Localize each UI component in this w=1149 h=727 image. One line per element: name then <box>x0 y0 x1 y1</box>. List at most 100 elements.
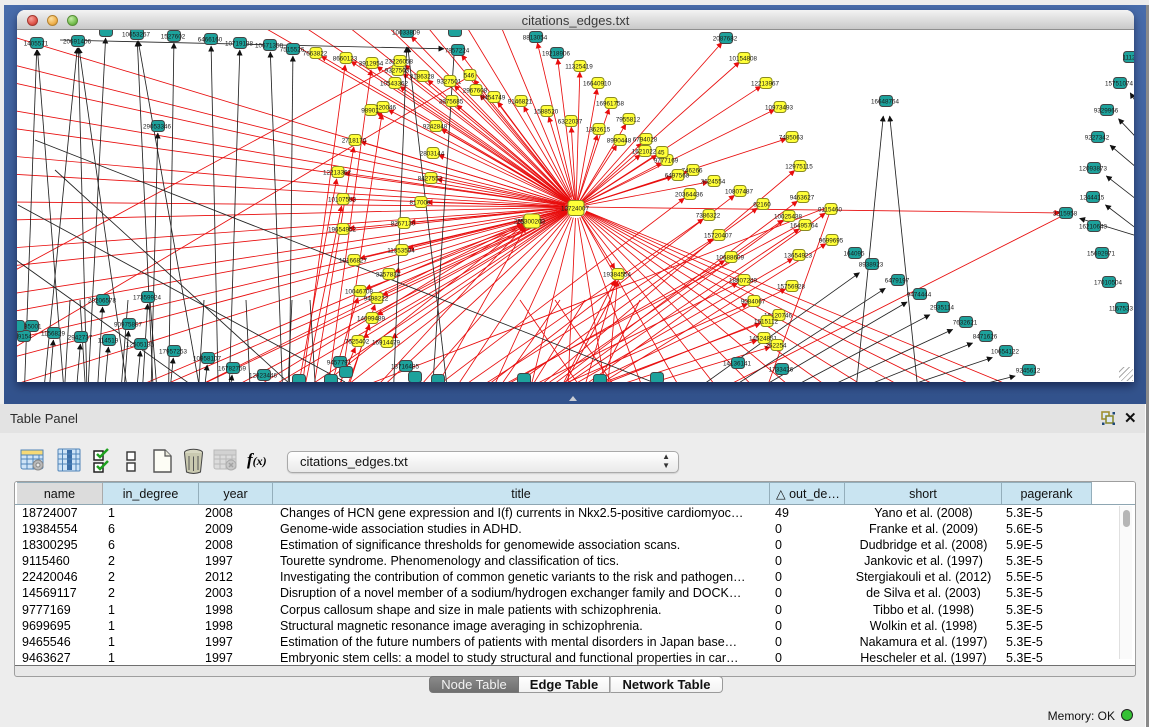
svg-text:16782759: 16782759 <box>218 366 247 373</box>
svg-text:16914479: 16914479 <box>372 340 401 347</box>
svg-text:3215958: 3215958 <box>1053 211 1078 218</box>
svg-text:8454749: 8454749 <box>481 95 506 102</box>
svg-text:1112: 1112 <box>1122 55 1134 62</box>
svg-text:6794028: 6794028 <box>633 137 658 144</box>
svg-text:18724007: 18724007 <box>561 206 590 213</box>
svg-text:3912954: 3912954 <box>359 61 384 68</box>
svg-text:16210643: 16210643 <box>1079 224 1108 231</box>
svg-text:7386322: 7386322 <box>696 213 721 220</box>
svg-text:1615112: 1615112 <box>754 319 779 326</box>
svg-text:45: 45 <box>657 150 665 157</box>
svg-text:9474444: 9474444 <box>907 292 932 299</box>
svg-text:12505135: 12505135 <box>126 342 155 349</box>
svg-text:9777169: 9777169 <box>654 158 679 165</box>
svg-text:39154: 39154 <box>17 334 32 341</box>
svg-text:1362615: 1362615 <box>586 127 611 134</box>
svg-text:10688609: 10688609 <box>716 255 745 262</box>
svg-text:10154808: 10154808 <box>729 56 758 63</box>
svg-text:9115460: 9115460 <box>818 207 843 214</box>
svg-text:15756928: 15756928 <box>777 284 806 291</box>
svg-text:14136141: 14136141 <box>723 361 752 368</box>
svg-text:10046708: 10046708 <box>345 289 374 296</box>
svg-text:7515526: 7515526 <box>280 47 305 54</box>
svg-text:114519: 114519 <box>98 338 119 345</box>
svg-text:9327503: 9327503 <box>385 68 410 75</box>
svg-text:17359924: 17359924 <box>133 295 162 302</box>
svg-text:6466160: 6466160 <box>198 37 223 44</box>
svg-text:10653267: 10653267 <box>122 32 151 39</box>
svg-text:2967608: 2967608 <box>463 88 488 95</box>
svg-text:7857224: 7857224 <box>445 48 470 55</box>
svg-text:11325419: 11325419 <box>565 64 593 71</box>
svg-text:13716485: 13716485 <box>391 364 420 371</box>
svg-text:10107553: 10107553 <box>328 197 357 204</box>
svg-text:546: 546 <box>464 73 475 80</box>
svg-text:8990448: 8990448 <box>607 138 632 145</box>
svg-text:2803144: 2803144 <box>420 151 445 158</box>
svg-text:17010504: 17010504 <box>1094 280 1123 287</box>
svg-text:9498222: 9498222 <box>364 296 389 303</box>
svg-text:9329966: 9329966 <box>1094 108 1119 115</box>
svg-text:18807249: 18807249 <box>729 278 758 285</box>
svg-text:7485063: 7485063 <box>779 135 804 142</box>
svg-text:1244415: 1244415 <box>1080 195 1105 202</box>
svg-text:8938923: 8938923 <box>859 262 884 269</box>
svg-text:16648764: 16648764 <box>871 99 900 106</box>
svg-text:9699695: 9699695 <box>819 238 844 245</box>
svg-text:9327501: 9327501 <box>437 79 462 86</box>
svg-text:2942737: 2942737 <box>68 335 93 342</box>
svg-text:9084067: 9084067 <box>741 299 766 306</box>
svg-text:7663822: 7663822 <box>303 51 328 58</box>
svg-text:252254: 252254 <box>765 343 787 350</box>
svg-text:16495764: 16495764 <box>790 223 819 230</box>
svg-text:1405571: 1405571 <box>24 41 49 48</box>
svg-text:1588520: 1588520 <box>534 109 559 116</box>
svg-text:7625402: 7625402 <box>345 339 370 346</box>
svg-text:3624554: 3624554 <box>701 179 726 186</box>
svg-text:62160: 62160 <box>753 202 771 209</box>
svg-text:14099489: 14099489 <box>357 316 386 323</box>
svg-text:2087682: 2087682 <box>713 36 738 43</box>
svg-text:10033809: 10033809 <box>392 30 421 37</box>
svg-text:9242848: 9242848 <box>423 124 448 131</box>
svg-text:12213362: 12213362 <box>323 170 352 177</box>
svg-text:6497568: 6497568 <box>665 173 690 180</box>
svg-text:1621022: 1621022 <box>632 149 657 156</box>
svg-text:8471626: 8471626 <box>973 334 998 341</box>
svg-text:8267130: 8267130 <box>391 221 416 228</box>
svg-text:29053346: 29053346 <box>143 124 172 131</box>
svg-text:15692971: 15692971 <box>1087 251 1116 258</box>
svg-text:16640910: 16640910 <box>583 81 612 88</box>
svg-text:10719138: 10719138 <box>225 41 254 48</box>
svg-text:1156829: 1156829 <box>41 331 66 338</box>
svg-text:15751074: 15751074 <box>1105 81 1134 88</box>
svg-text:98901: 98901 <box>361 108 379 115</box>
svg-text:7955812: 7955812 <box>616 117 641 124</box>
svg-text:10958107: 10958107 <box>193 356 222 363</box>
svg-text:2935114: 2935114 <box>930 305 955 312</box>
svg-text:90975867: 90975867 <box>114 322 143 329</box>
svg-text:19384554: 19384554 <box>603 272 632 279</box>
svg-text:7632621: 7632621 <box>953 320 978 327</box>
svg-text:1527602: 1527602 <box>161 34 186 41</box>
svg-text:9463627: 9463627 <box>790 195 815 202</box>
svg-text:2718170: 2718170 <box>342 138 367 145</box>
svg-text:10973493: 10973493 <box>765 105 794 112</box>
svg-text:10807487: 10807487 <box>725 189 754 196</box>
svg-text:6479197: 6479197 <box>885 278 910 285</box>
svg-text:9457791: 9457791 <box>327 360 352 367</box>
svg-text:8427552: 8427552 <box>418 176 443 183</box>
svg-text:20364436: 20364436 <box>675 192 704 199</box>
svg-text:9245612: 9245612 <box>1016 368 1041 375</box>
svg-text:19654952: 19654952 <box>328 227 357 234</box>
svg-text:8660123: 8660123 <box>333 56 358 63</box>
svg-text:12213967: 12213967 <box>751 81 780 88</box>
svg-text:11353594: 11353594 <box>387 248 415 255</box>
svg-text:817006: 817006 <box>409 200 431 207</box>
svg-text:25300203: 25300203 <box>517 219 546 226</box>
svg-text:8813054: 8813054 <box>523 35 548 42</box>
svg-text:10654122: 10654122 <box>991 349 1020 356</box>
svg-text:12093873: 12093873 <box>1079 166 1108 173</box>
svg-text:6322037: 6322037 <box>558 119 583 126</box>
svg-text:12823446: 12823446 <box>249 373 278 380</box>
